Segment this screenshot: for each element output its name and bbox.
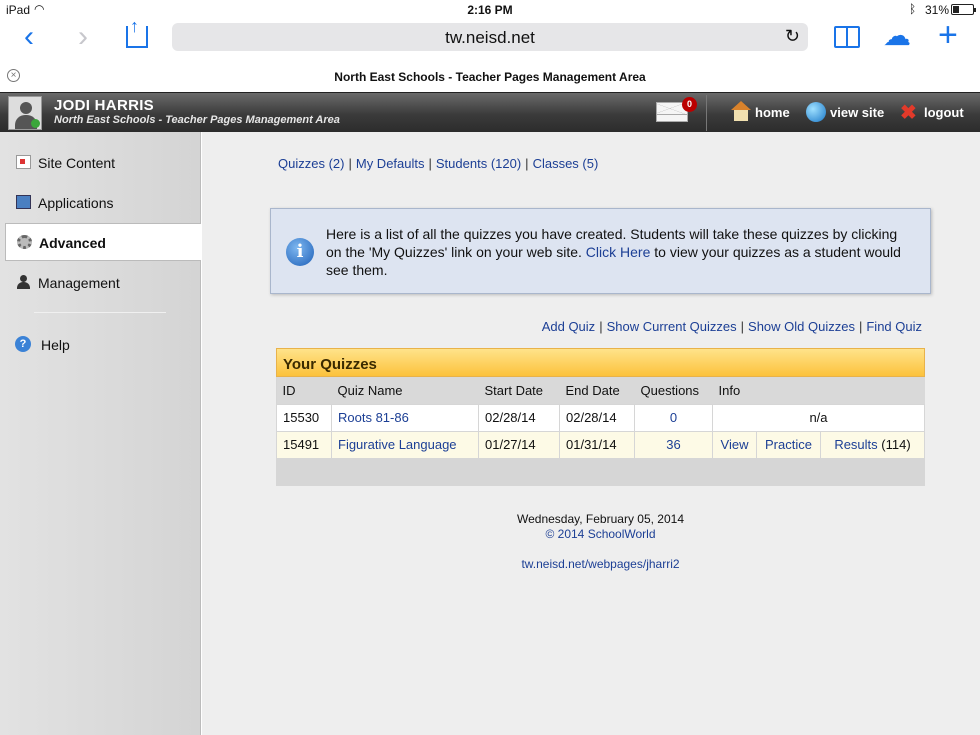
- battery-percent: 31%: [925, 3, 950, 17]
- quiz-name-link[interactable]: Figurative Language: [338, 437, 457, 452]
- separator: |: [599, 319, 603, 334]
- applications-icon: [16, 195, 31, 209]
- main-content: Quizzes (2) | My Defaults | Students (120) | C…: [202, 132, 980, 735]
- view-site-link[interactable]: view site: [830, 105, 884, 120]
- info-icon: i: [286, 238, 314, 266]
- address-url: tw.neisd.net: [445, 28, 535, 47]
- sidebar-item-label: Site Content: [38, 155, 116, 171]
- avatar[interactable]: [8, 96, 42, 130]
- results-count: (114): [881, 437, 911, 452]
- results-link[interactable]: Results: [834, 437, 877, 452]
- quiz-name-link[interactable]: Roots 81-86: [338, 410, 409, 425]
- find-quiz-link[interactable]: Find Quiz: [866, 319, 922, 334]
- separator: |: [348, 156, 352, 171]
- practice-link[interactable]: Practice: [765, 437, 812, 452]
- quiz-table: ID Quiz Name Start Date End Date Questio…: [276, 377, 925, 459]
- page-footer: Wednesday, February 05, 2014 © 2014 Scho…: [402, 512, 799, 572]
- bluetooth-icon: ᛒ: [909, 2, 917, 16]
- bookmarks-icon[interactable]: [834, 26, 860, 48]
- quiz-panel-title: Your Quizzes: [283, 356, 377, 373]
- sidebar-item-label: Management: [38, 275, 120, 291]
- footer-date: Wednesday, February 05, 2014: [517, 512, 684, 526]
- logout-link[interactable]: logout: [924, 105, 964, 120]
- sidebar: Site Content Applications Advanced Manag…: [0, 132, 201, 735]
- sidebar-item-label: Advanced: [39, 235, 106, 251]
- view-link[interactable]: View: [721, 437, 749, 452]
- col-info: Info: [712, 377, 925, 404]
- quiz-panel: Your Quizzes ID Quiz Name Start Date End…: [276, 348, 925, 486]
- globe-icon[interactable]: [806, 102, 826, 122]
- page-url-link[interactable]: tw.neisd.net/webpages/jharri2: [402, 557, 799, 572]
- separator: |: [858, 319, 863, 334]
- questions-link[interactable]: 0: [670, 410, 677, 425]
- tab-title: North East Schools - Teacher Pages Manag…: [334, 70, 646, 84]
- col-end-date: End Date: [559, 377, 635, 404]
- gear-icon: [17, 235, 32, 249]
- person-icon: [16, 275, 31, 289]
- col-quiz-name: Quiz Name: [331, 377, 479, 404]
- address-bar[interactable]: tw.neisd.net ↻: [172, 23, 808, 51]
- sidebar-item-applications[interactable]: Applications: [0, 184, 200, 222]
- click-here-link[interactable]: Click Here: [586, 244, 651, 260]
- start-date: 02/28/14: [478, 403, 560, 432]
- reload-icon[interactable]: ↻: [785, 26, 800, 47]
- info-message: i Here is a list of all the quizzes you …: [270, 208, 931, 294]
- info-cell: n/a: [712, 403, 925, 432]
- start-date: 01/27/14: [478, 430, 560, 459]
- classes-link[interactable]: Classes (5): [533, 156, 599, 171]
- sidebar-divider: [34, 312, 166, 313]
- sidebar-item-site-content[interactable]: Site Content: [0, 144, 200, 182]
- students-link[interactable]: Students (120): [436, 156, 521, 171]
- sidebar-item-management[interactable]: Management: [0, 264, 200, 302]
- site-content-icon: [16, 155, 31, 169]
- end-date: 02/28/14: [559, 403, 635, 432]
- sidebar-item-label: Applications: [38, 195, 114, 211]
- tab-bar: × North East Schools - Teacher Pages Man…: [0, 66, 980, 88]
- quiz-id: 15491: [276, 430, 332, 459]
- mail-count-badge: 0: [682, 97, 697, 112]
- separator: |: [428, 156, 432, 171]
- my-defaults-link[interactable]: My Defaults: [356, 156, 425, 171]
- browser-toolbar: ‹ › tw.neisd.net ↻ ☁ +: [0, 16, 980, 60]
- back-button[interactable]: ‹: [24, 22, 34, 52]
- separator: |: [740, 319, 745, 334]
- questions-link[interactable]: 36: [666, 437, 680, 452]
- home-link[interactable]: home: [755, 105, 790, 120]
- new-tab-icon[interactable]: +: [938, 18, 958, 52]
- help-icon[interactable]: ?: [15, 336, 31, 352]
- user-name: JODI HARRIS: [54, 97, 154, 114]
- col-start-date: Start Date: [478, 377, 560, 404]
- show-current-quizzes-link[interactable]: Show Current Quizzes: [607, 319, 737, 334]
- table-row: 15491 Figurative Language 01/27/14 01/31…: [276, 430, 925, 459]
- battery-icon: [951, 4, 976, 15]
- show-old-quizzes-link[interactable]: Show Old Quizzes: [748, 319, 855, 334]
- quiz-actions: Add Quiz | Show Current Quizzes | Show Old Q…: [542, 319, 922, 334]
- quiz-subnav: Quizzes (2) | My Defaults | Students (120) | C…: [278, 156, 598, 171]
- table-row: 15530 Roots 81-86 02/28/14 02/28/14 0 n/…: [276, 403, 925, 432]
- status-bar: iPad ◠ 2:16 PM ᛒ 31%: [0, 0, 980, 20]
- info-text: Here is a list of all the quizzes you ha…: [326, 225, 916, 279]
- quiz-panel-caption: Your Quizzes: [276, 348, 925, 377]
- sidebar-item-help[interactable]: Help: [41, 337, 70, 353]
- end-date: 01/31/14: [559, 430, 635, 459]
- add-quiz-link[interactable]: Add Quiz: [542, 319, 595, 334]
- header-divider: [706, 95, 707, 131]
- logout-icon[interactable]: ✖: [900, 100, 917, 125]
- copyright-link[interactable]: © 2014 SchoolWorld: [545, 527, 655, 541]
- share-icon[interactable]: [126, 16, 148, 48]
- sidebar-item-advanced[interactable]: Advanced: [5, 223, 201, 261]
- status-time: 2:16 PM: [467, 3, 513, 17]
- forward-button[interactable]: ›: [78, 22, 88, 52]
- separator: |: [525, 156, 529, 171]
- home-icon[interactable]: [731, 101, 751, 121]
- quiz-id: 15530: [276, 403, 332, 432]
- header-subtitle: North East Schools - Teacher Pages Manag…: [54, 114, 340, 126]
- table-header-row: ID Quiz Name Start Date End Date Questio…: [276, 377, 925, 404]
- col-questions: Questions: [634, 377, 713, 404]
- col-id: ID: [276, 377, 332, 404]
- icloud-tabs-icon[interactable]: ☁: [883, 22, 911, 50]
- quizzes-link[interactable]: Quizzes (2): [278, 156, 344, 171]
- site-header: JODI HARRIS North East Schools - Teacher…: [0, 92, 980, 132]
